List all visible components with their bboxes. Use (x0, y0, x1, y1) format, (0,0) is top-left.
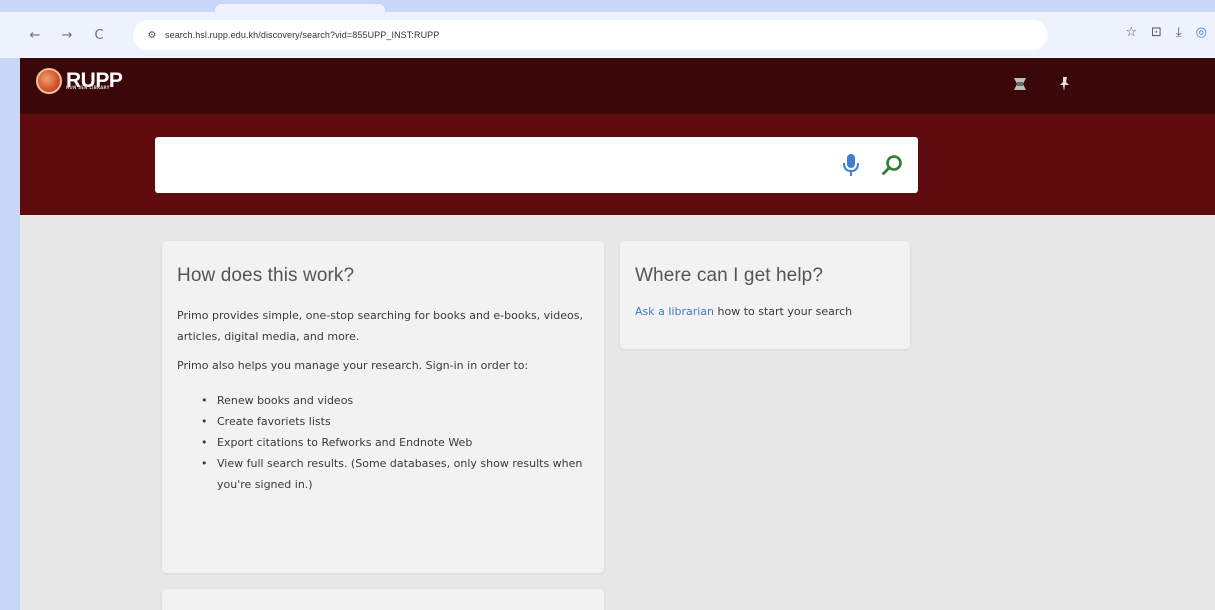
logo-subtext: HUN SEN LIBRARY (66, 85, 110, 90)
rupp-logo[interactable]: RUPP (36, 68, 123, 94)
address-bar[interactable]: ⚙ search.hsl.rupp.edu.kh/discovery/searc… (133, 20, 1048, 50)
list-item: • View full search results. (Some databas… (201, 457, 583, 491)
site-header: RUPP HUN SEN LIBRARY (20, 58, 1215, 114)
how-card-list: • Renew books and videos • Create favoriet… (201, 390, 589, 495)
list-item: • Create favoriets lists (201, 415, 331, 428)
search-input[interactable] (167, 151, 817, 179)
tab-strip (0, 0, 1215, 14)
how-card-paragraph-2: Primo also helps you manage your researc… (177, 359, 529, 372)
search-box (155, 137, 918, 193)
list-item: • Renew books and videos (201, 394, 354, 407)
url-text[interactable]: search.hsl.rupp.edu.kh/discovery/search?… (165, 30, 439, 40)
how-card-title: How does this work? (177, 265, 355, 286)
back-icon[interactable]: ← (24, 24, 46, 46)
bookmark-star-icon[interactable]: ☆ (1125, 25, 1137, 40)
how-does-this-work-card: How does this work? Primo provides simpl… (162, 241, 604, 573)
download-icon[interactable]: ⤓ (1176, 25, 1182, 40)
next-card (162, 589, 604, 610)
collection-icon[interactable] (1012, 76, 1028, 96)
search-icon[interactable] (880, 153, 904, 177)
site-settings-icon[interactable]: ⚙ (139, 30, 165, 41)
forward-icon[interactable]: → (56, 24, 78, 46)
page-viewport: RUPP HUN SEN LIBRARY How does this work?… (20, 58, 1215, 610)
list-item: • Export citations to Refworks and Endnot… (201, 436, 473, 449)
reload-icon[interactable]: C (88, 24, 110, 46)
where-can-i-get-help-card: Where can I get help? Ask a librarian ho… (620, 241, 910, 349)
help-card-rest-text: how to start your search (714, 305, 853, 318)
pin-icon[interactable] (1058, 76, 1072, 96)
how-card-paragraph-1: Primo provides simple, one-stop searchin… (177, 309, 583, 343)
rupp-seal-icon (36, 68, 62, 94)
help-card-text: Ask a librarian how to start your search (635, 305, 895, 318)
extensions-icon[interactable]: ⊡ (1151, 25, 1162, 40)
browser-toolbar: ← → C ⚙ search.hsl.rupp.edu.kh/discovery… (0, 12, 1215, 58)
microphone-icon[interactable] (840, 152, 862, 178)
profile-icon[interactable]: ◎ (1196, 25, 1207, 40)
search-band (20, 114, 1215, 215)
ask-a-librarian-link[interactable]: Ask a librarian (635, 305, 714, 318)
help-card-title: Where can I get help? (635, 265, 823, 286)
